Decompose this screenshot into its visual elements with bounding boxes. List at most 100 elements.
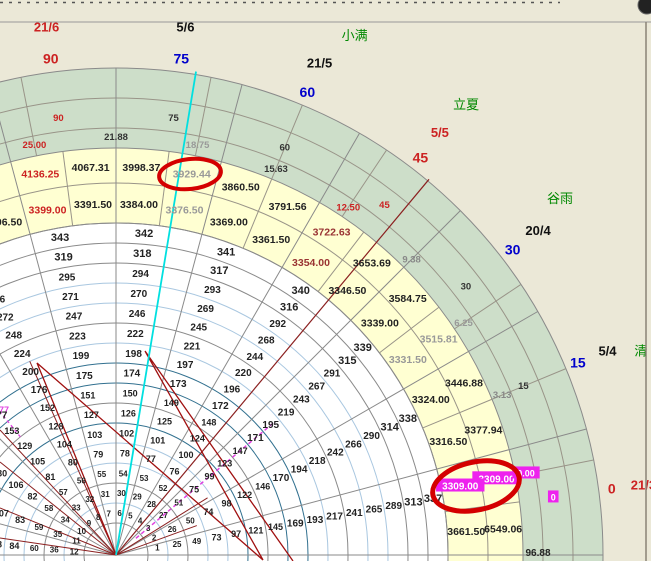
svg-text:292: 292 [269, 319, 286, 330]
svg-text:90: 90 [43, 50, 59, 66]
svg-text:3399.00: 3399.00 [29, 205, 67, 217]
svg-text:247: 247 [66, 312, 83, 323]
svg-text:174: 174 [124, 369, 141, 380]
svg-text:3584.75: 3584.75 [389, 293, 427, 305]
svg-text:341: 341 [217, 246, 235, 258]
svg-text:129: 129 [17, 441, 32, 451]
svg-text:272: 272 [0, 313, 14, 324]
svg-text:60: 60 [300, 84, 316, 100]
svg-text:3346.50: 3346.50 [328, 285, 366, 297]
svg-text:6: 6 [117, 509, 122, 518]
svg-text:77: 77 [146, 454, 156, 464]
svg-text:224: 224 [14, 349, 31, 360]
svg-text:6.25: 6.25 [454, 318, 473, 329]
svg-text:98: 98 [222, 498, 232, 508]
svg-text:127: 127 [84, 410, 99, 420]
svg-text:3331.50: 3331.50 [389, 354, 427, 366]
svg-text:3324.00: 3324.00 [412, 394, 450, 406]
svg-text:49: 49 [192, 537, 201, 546]
svg-text:290: 290 [363, 431, 380, 442]
svg-text:32: 32 [85, 495, 94, 504]
svg-text:170: 170 [273, 473, 290, 484]
svg-text:58: 58 [44, 504, 53, 513]
svg-text:3860.50: 3860.50 [222, 182, 260, 194]
svg-text:12.50: 12.50 [336, 202, 360, 213]
svg-text:106: 106 [9, 480, 24, 490]
svg-text:177: 177 [0, 411, 8, 422]
svg-text:51: 51 [174, 498, 183, 507]
svg-text:3391.50: 3391.50 [74, 199, 112, 211]
svg-text:172: 172 [212, 401, 229, 412]
svg-text:221: 221 [184, 341, 201, 352]
svg-text:80: 80 [68, 458, 78, 468]
svg-text:218: 218 [309, 456, 326, 467]
svg-text:294: 294 [132, 269, 149, 280]
svg-text:59: 59 [34, 523, 43, 532]
svg-text:340: 340 [292, 285, 310, 297]
svg-text:18.75: 18.75 [186, 140, 210, 151]
svg-text:343: 343 [51, 232, 69, 244]
svg-text:265: 265 [366, 505, 383, 516]
svg-text:169: 169 [287, 518, 304, 529]
svg-text:79: 79 [93, 450, 103, 460]
svg-text:220: 220 [235, 368, 252, 379]
svg-text:315: 315 [338, 355, 356, 367]
svg-text:3: 3 [146, 524, 151, 533]
svg-text:57: 57 [59, 488, 68, 497]
svg-text:339: 339 [353, 342, 371, 354]
svg-text:75: 75 [173, 50, 189, 66]
svg-text:3376.50: 3376.50 [165, 205, 203, 217]
svg-text:103: 103 [87, 430, 102, 440]
svg-text:4136.25: 4136.25 [21, 168, 59, 180]
svg-text:21.88: 21.88 [104, 132, 128, 143]
svg-text:3446.88: 3446.88 [445, 377, 483, 389]
svg-text:296: 296 [0, 294, 6, 305]
svg-text:83: 83 [15, 515, 25, 525]
svg-text:219: 219 [278, 407, 295, 418]
svg-text:12: 12 [70, 547, 79, 556]
svg-text:246: 246 [129, 309, 146, 320]
svg-text:171: 171 [247, 433, 264, 444]
svg-text:25.00: 25.00 [23, 140, 47, 151]
svg-text:242: 242 [327, 448, 344, 459]
svg-text:145: 145 [268, 522, 283, 532]
svg-text:149: 149 [164, 398, 179, 408]
svg-text:4067.31: 4067.31 [72, 162, 110, 174]
svg-text:198: 198 [125, 349, 142, 360]
svg-text:55: 55 [97, 470, 106, 479]
svg-text:316: 316 [280, 302, 298, 314]
svg-text:5/4: 5/4 [598, 343, 617, 358]
svg-text:3929.44: 3929.44 [173, 168, 211, 180]
svg-text:244: 244 [246, 352, 263, 363]
svg-text:0: 0 [608, 481, 616, 497]
svg-text:3384.00: 3384.00 [120, 199, 158, 211]
svg-text:150: 150 [123, 389, 138, 399]
svg-text:3377.94: 3377.94 [464, 424, 502, 436]
svg-text:3998.37: 3998.37 [122, 162, 160, 174]
svg-text:3515.81: 3515.81 [420, 333, 458, 345]
svg-text:34: 34 [61, 515, 70, 524]
svg-text:151: 151 [80, 390, 95, 400]
svg-text:5/5: 5/5 [431, 125, 449, 140]
svg-text:293: 293 [204, 285, 221, 296]
svg-text:6549.06: 6549.06 [484, 524, 522, 536]
svg-text:31: 31 [101, 490, 110, 499]
svg-text:8: 8 [96, 513, 101, 522]
svg-text:75: 75 [189, 484, 199, 494]
svg-text:52: 52 [159, 484, 168, 493]
svg-text:176: 176 [31, 385, 48, 396]
svg-text:21/5: 21/5 [307, 55, 332, 70]
svg-text:107: 107 [0, 508, 9, 518]
svg-text:3361.50: 3361.50 [252, 234, 290, 246]
svg-text:45: 45 [413, 149, 429, 165]
svg-text:33: 33 [72, 504, 81, 513]
svg-text:318: 318 [133, 248, 151, 260]
svg-text:3309.00: 3309.00 [442, 482, 479, 493]
svg-text:108: 108 [0, 539, 2, 549]
svg-text:269: 269 [197, 304, 214, 315]
svg-text:122: 122 [237, 490, 252, 500]
svg-text:53: 53 [140, 474, 149, 483]
svg-text:130: 130 [0, 469, 7, 479]
svg-text:4: 4 [138, 517, 143, 526]
svg-text:123: 123 [217, 459, 232, 469]
